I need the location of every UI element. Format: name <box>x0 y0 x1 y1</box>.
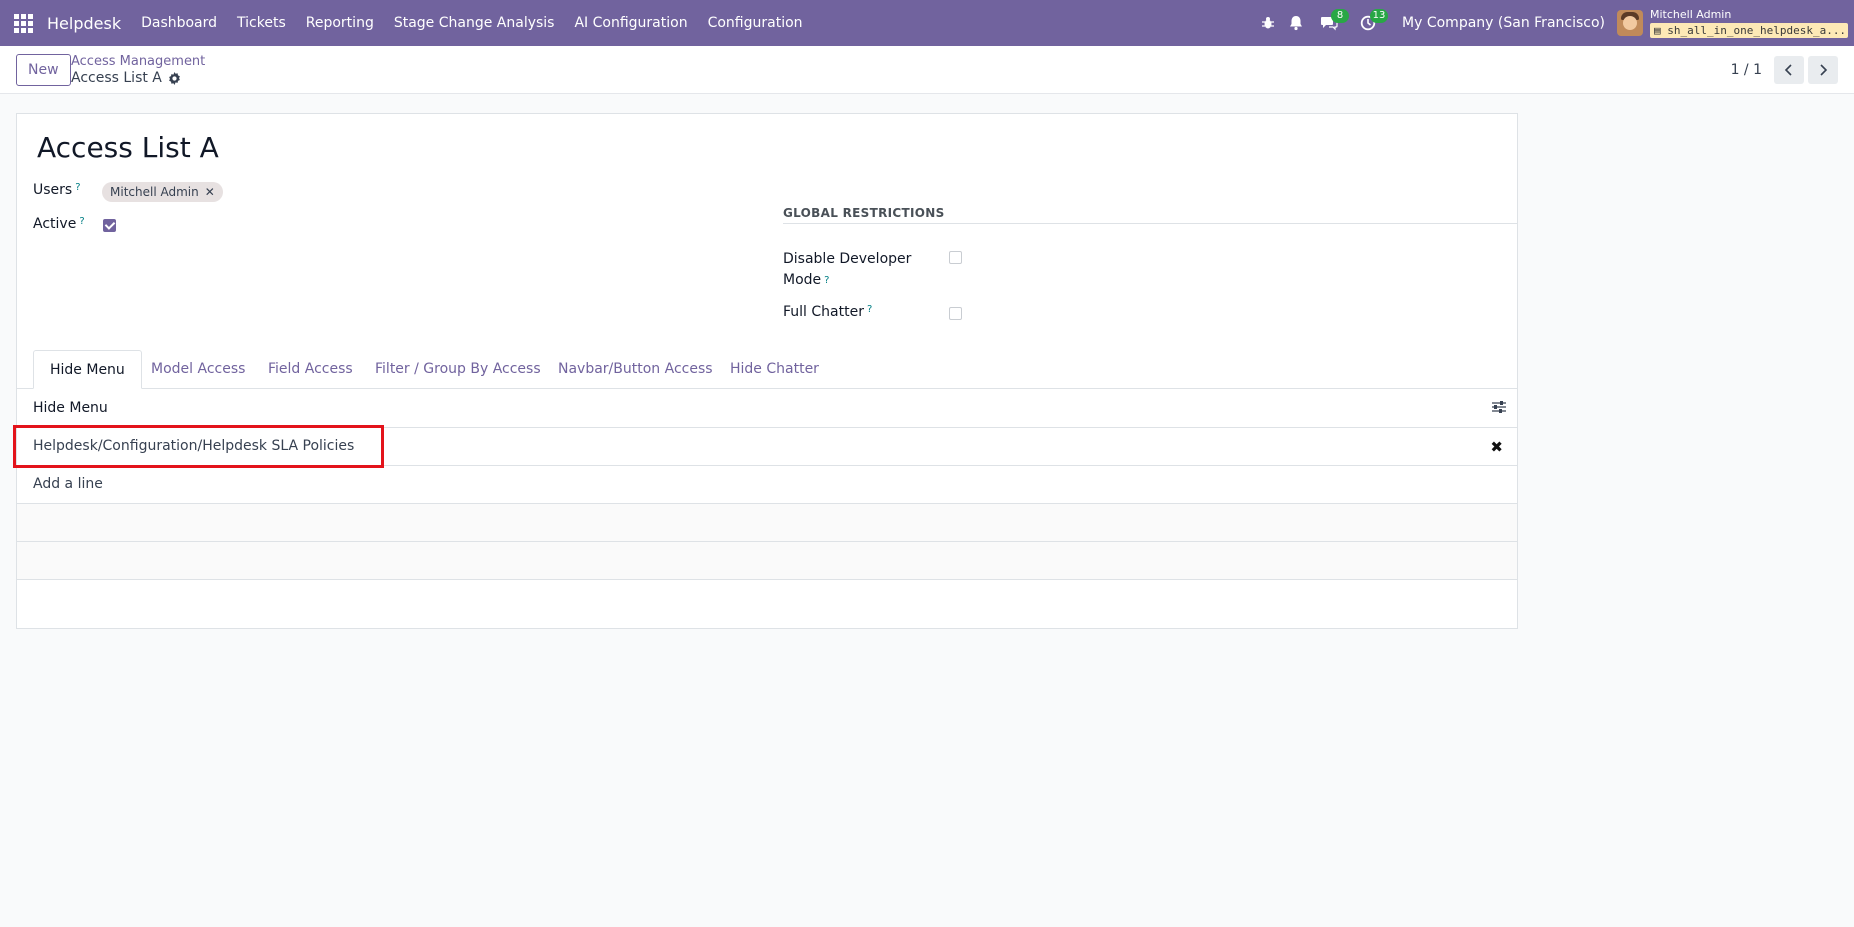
activities-clock-icon[interactable]: 13 <box>1357 9 1389 34</box>
pager-previous-button[interactable] <box>1774 56 1804 84</box>
pager-next-button[interactable] <box>1808 56 1838 84</box>
app-brand[interactable]: Helpdesk <box>47 14 121 33</box>
tab-hide-chatter[interactable]: Hide Chatter <box>714 350 835 388</box>
user-name: Mitchell Admin <box>1650 7 1732 21</box>
optional-columns-sliders-icon[interactable] <box>1491 400 1507 418</box>
company-switcher[interactable]: My Company (San Francisco) <box>1402 15 1605 31</box>
tab-field-access[interactable]: Field Access <box>252 350 369 388</box>
top-navbar: Helpdesk Dashboard Tickets Reporting Sta… <box>0 0 1854 46</box>
tab-filter-group-by-access[interactable]: Filter / Group By Access <box>359 350 557 388</box>
disable-developer-mode-checkbox[interactable] <box>949 251 962 264</box>
control-panel: New Access Management Access List A 1 / … <box>0 46 1854 94</box>
users-tag-label: Mitchell Admin <box>110 185 199 199</box>
empty-row <box>17 542 1517 580</box>
active-checkbox[interactable] <box>103 219 116 232</box>
tab-model-access[interactable]: Model Access <box>135 350 261 388</box>
debug-bug-icon[interactable] <box>1257 12 1279 34</box>
breadcrumb-parent[interactable]: Access Management <box>71 54 205 69</box>
column-hide-menu[interactable]: Hide Menu <box>33 400 108 416</box>
delete-row-icon[interactable]: ✖ <box>1490 438 1503 456</box>
remove-tag-icon[interactable]: ✕ <box>205 185 215 199</box>
full-chatter-help-icon[interactable]: ? <box>867 304 872 315</box>
database-icon: ▤ <box>1654 23 1668 37</box>
menu-stage-change-analysis[interactable]: Stage Change Analysis <box>384 15 565 31</box>
navbar-systray: 8 13 My Company (San Francisco) Mitchell… <box>1254 0 1854 46</box>
form-sheet: Access List A Users? Mitchell Admin ✕ Ac… <box>16 113 1518 629</box>
new-button[interactable]: New <box>16 54 71 86</box>
menu-reporting[interactable]: Reporting <box>296 15 384 31</box>
users-tag[interactable]: Mitchell Admin ✕ <box>102 182 223 202</box>
avatar <box>1617 10 1643 36</box>
messages-count-badge: 8 <box>1331 9 1350 23</box>
bell-icon[interactable] <box>1285 12 1307 34</box>
menu-ai-configuration[interactable]: AI Configuration <box>564 15 697 31</box>
add-line-link[interactable]: Add a line <box>33 476 103 492</box>
chevron-left-icon <box>1784 64 1792 76</box>
active-label: Active? <box>33 216 85 232</box>
disable-developer-mode-label: Disable Developer Mode? <box>783 251 912 288</box>
list-header: Hide Menu <box>17 389 1517 428</box>
app-menu-icon[interactable] <box>0 0 46 46</box>
highlight-box <box>13 425 384 468</box>
gear-icon[interactable] <box>168 71 181 85</box>
active-help-icon[interactable]: ? <box>79 216 84 227</box>
tab-hide-menu[interactable]: Hide Menu <box>33 350 142 389</box>
tab-navbar-button-access[interactable]: Navbar/Button Access <box>542 350 729 388</box>
full-chatter-checkbox[interactable] <box>949 307 962 320</box>
empty-row <box>17 504 1517 542</box>
breadcrumb-current: Access List A <box>71 70 181 86</box>
users-label: Users? <box>33 182 81 198</box>
chevron-right-icon <box>1820 64 1828 76</box>
record-title[interactable]: Access List A <box>37 131 219 164</box>
menu-tickets[interactable]: Tickets <box>227 15 296 31</box>
global-restrictions-heading: GLOBAL RESTRICTIONS <box>783 206 1517 224</box>
user-menu[interactable]: Mitchell Admin ▤ sh_all_in_one_helpdesk_… <box>1617 7 1848 38</box>
pager-value[interactable]: 1 / 1 <box>1731 62 1762 78</box>
breadcrumb-current-label: Access List A <box>71 70 162 86</box>
full-chatter-label: Full Chatter? <box>783 304 873 320</box>
menu-dashboard[interactable]: Dashboard <box>131 15 227 31</box>
disable-developer-help-icon[interactable]: ? <box>824 275 829 286</box>
users-help-icon[interactable]: ? <box>75 182 80 193</box>
activities-count-badge: 13 <box>1370 9 1389 23</box>
menu-configuration[interactable]: Configuration <box>698 15 813 31</box>
notebook-tabs: Hide Menu Model Access Field Access Filt… <box>17 350 1517 389</box>
add-line-row: Add a line <box>17 466 1517 504</box>
database-name: ▤ sh_all_in_one_helpdesk_a... <box>1650 22 1848 38</box>
messages-chat-icon[interactable]: 8 <box>1318 9 1350 34</box>
